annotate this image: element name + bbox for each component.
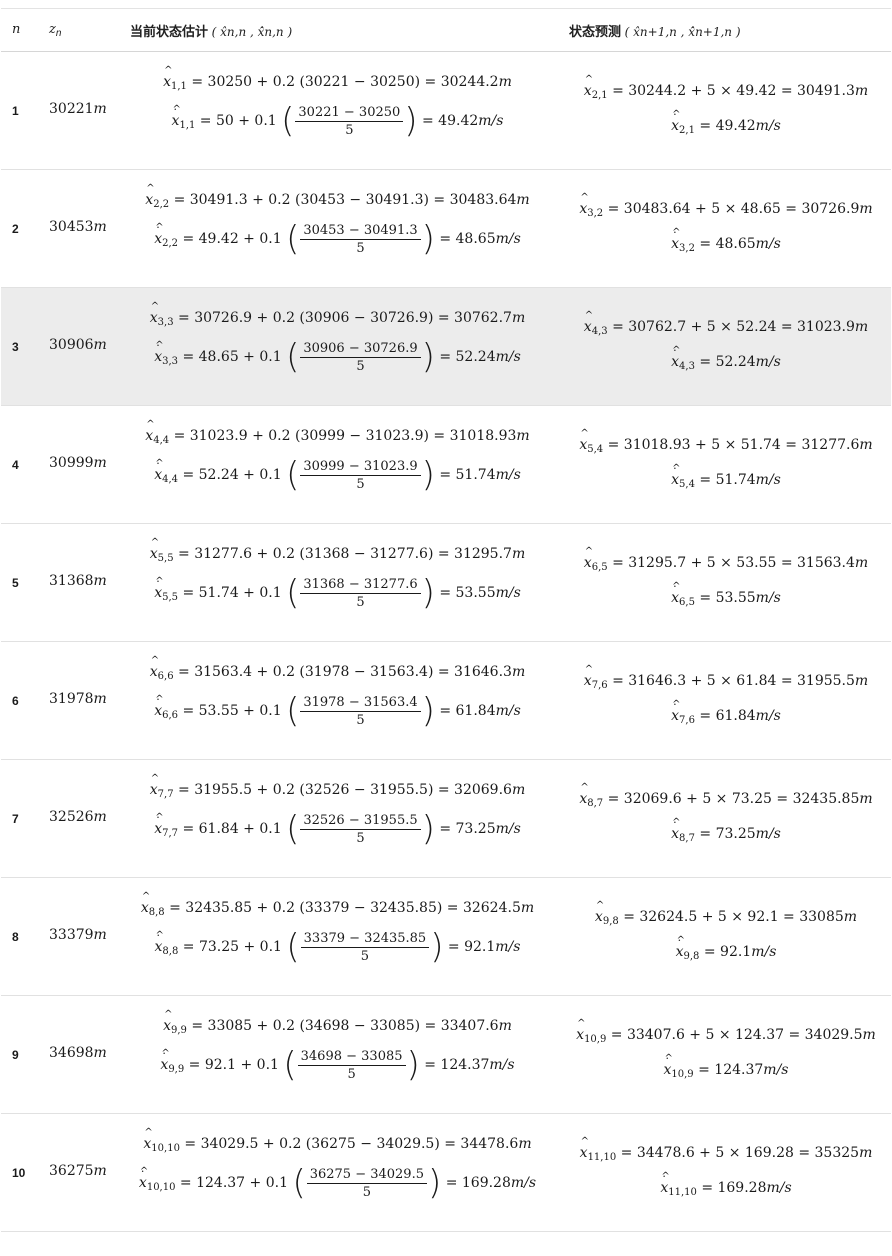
velocity-prediction-equation: x6,5 = 53.55m/s	[561, 577, 891, 608]
row-index: 10	[12, 1166, 26, 1180]
position-estimate-equation: x6,6 = 31563.4 + 0.2 (31978 − 31563.4) =…	[116, 655, 559, 682]
velocity-estimate-equation: x7,7 = 61.84 + 0.1 (32526 − 31955.55) = …	[116, 808, 559, 846]
row-index: 7	[12, 812, 19, 826]
velocity-prediction-equation: x5,4 = 51.74m/s	[561, 459, 891, 490]
position-prediction-equation: x10,9 = 33407.6 + 5 × 124.37 = 34029.5m	[561, 1018, 891, 1045]
velocity-estimate-equation: x8,8 = 73.25 + 0.1 (33379 − 32435.855) =…	[116, 926, 559, 964]
table-row: 10 36275m x10,10 = 34029.5 + 0.2 (36275 …	[1, 1114, 891, 1232]
row-index: 1	[12, 104, 19, 118]
table-row: 6 31978m x6,6 = 31563.4 + 0.2 (31978 − 3…	[1, 642, 891, 760]
measurement: 32526m	[49, 809, 107, 825]
velocity-prediction-equation: x11,10 = 169.28m/s	[561, 1167, 891, 1198]
estimate-cell: x6,6 = 31563.4 + 0.2 (31978 − 31563.4) =…	[116, 642, 559, 759]
measurement: 34698m	[49, 1045, 107, 1061]
estimate-cell: x1,1 = 30250 + 0.2 (30221 − 30250) = 302…	[116, 52, 559, 169]
table-row: 8 33379m x8,8 = 32435.85 + 0.2 (33379 − …	[1, 878, 891, 996]
position-estimate-equation: x4,4 = 31023.9 + 0.2 (30999 − 31023.9) =…	[116, 419, 559, 446]
measurement: 30906m	[49, 337, 107, 353]
row-index: 2	[12, 222, 19, 236]
row-index: 9	[12, 1048, 19, 1062]
velocity-estimate-equation: x4,4 = 52.24 + 0.1 (30999 − 31023.95) = …	[116, 454, 559, 492]
velocity-prediction-equation: x10,9 = 124.37m/s	[561, 1049, 891, 1080]
prediction-cell: x7,6 = 31646.3 + 5 × 61.84 = 31955.5m x7…	[561, 642, 891, 759]
velocity-estimate-equation: x6,6 = 53.55 + 0.1 (31978 − 31563.45) = …	[116, 690, 559, 728]
header-estimate: 当前状态估计 ( x̂n,n , x̂̇n,n )	[130, 24, 293, 39]
position-estimate-equation: x5,5 = 31277.6 + 0.2 (31368 − 31277.6) =…	[116, 537, 559, 564]
measurement: 36275m	[49, 1163, 107, 1179]
velocity-estimate-equation: x1,1 = 50 + 0.1 (30221 − 302505) = 49.42…	[116, 100, 559, 138]
estimate-cell: x3,3 = 30726.9 + 0.2 (30906 − 30726.9) =…	[116, 288, 559, 405]
estimate-cell: x9,9 = 33085 + 0.2 (34698 − 33085) = 334…	[116, 996, 559, 1113]
prediction-cell: x2,1 = 30244.2 + 5 × 49.42 = 30491.3m x2…	[561, 52, 891, 169]
measurement: 33379m	[49, 927, 107, 943]
estimate-cell: x4,4 = 31023.9 + 0.2 (30999 − 31023.9) =…	[116, 406, 559, 523]
estimate-cell: x5,5 = 31277.6 + 0.2 (31368 − 31277.6) =…	[116, 524, 559, 641]
position-prediction-equation: x6,5 = 31295.7 + 5 × 53.55 = 31563.4m	[561, 546, 891, 573]
table-body: 1 30221m x1,1 = 30250 + 0.2 (30221 − 302…	[1, 52, 891, 1232]
table-row: 7 32526m x7,7 = 31955.5 + 0.2 (32526 − 3…	[1, 760, 891, 878]
table-header: n zn 当前状态估计 ( x̂n,n , x̂̇n,n ) 状态预测 ( x̂…	[1, 8, 891, 52]
table-row: 1 30221m x1,1 = 30250 + 0.2 (30221 − 302…	[1, 52, 891, 170]
velocity-prediction-equation: x9,8 = 92.1m/s	[561, 931, 891, 962]
position-estimate-equation: x9,9 = 33085 + 0.2 (34698 − 33085) = 334…	[116, 1009, 559, 1036]
position-prediction-equation: x8,7 = 32069.6 + 5 × 73.25 = 32435.85m	[561, 782, 891, 809]
estimate-cell: x10,10 = 34029.5 + 0.2 (36275 − 34029.5)…	[116, 1114, 559, 1231]
position-prediction-equation: x3,2 = 30483.64 + 5 × 48.65 = 30726.9m	[561, 192, 891, 219]
velocity-estimate-equation: x5,5 = 51.74 + 0.1 (31368 − 31277.65) = …	[116, 572, 559, 610]
velocity-prediction-equation: x2,1 = 49.42m/s	[561, 105, 891, 136]
row-index: 8	[12, 930, 19, 944]
velocity-prediction-equation: x3,2 = 48.65m/s	[561, 223, 891, 254]
position-estimate-equation: x3,3 = 30726.9 + 0.2 (30906 − 30726.9) =…	[116, 301, 559, 328]
velocity-estimate-equation: x10,10 = 124.37 + 0.1 (36275 − 34029.55)…	[116, 1162, 559, 1200]
position-prediction-equation: x7,6 = 31646.3 + 5 × 61.84 = 31955.5m	[561, 664, 891, 691]
position-prediction-equation: x9,8 = 32624.5 + 5 × 92.1 = 33085m	[561, 900, 891, 927]
position-prediction-equation: x11,10 = 34478.6 + 5 × 169.28 = 35325m	[561, 1136, 891, 1163]
velocity-prediction-equation: x7,6 = 61.84m/s	[561, 695, 891, 726]
position-estimate-equation: x8,8 = 32435.85 + 0.2 (33379 − 32435.85)…	[116, 891, 559, 918]
table-row: 2 30453m x2,2 = 30491.3 + 0.2 (30453 − 3…	[1, 170, 891, 288]
prediction-cell: x3,2 = 30483.64 + 5 × 48.65 = 30726.9m x…	[561, 170, 891, 287]
header-n: n	[12, 22, 21, 37]
header-predict: 状态预测 ( x̂n+1,n , x̂̇n+1,n )	[569, 24, 741, 39]
table-row: 5 31368m x5,5 = 31277.6 + 0.2 (31368 − 3…	[1, 524, 891, 642]
velocity-prediction-equation: x8,7 = 73.25m/s	[561, 813, 891, 844]
row-index: 5	[12, 576, 19, 590]
position-prediction-equation: x5,4 = 31018.93 + 5 × 51.74 = 31277.6m	[561, 428, 891, 455]
table-row: 4 30999m x4,4 = 31023.9 + 0.2 (30999 − 3…	[1, 406, 891, 524]
measurement: 30999m	[49, 455, 107, 471]
velocity-estimate-equation: x9,9 = 92.1 + 0.1 (34698 − 330855) = 124…	[116, 1044, 559, 1082]
prediction-cell: x5,4 = 31018.93 + 5 × 51.74 = 31277.6m x…	[561, 406, 891, 523]
prediction-cell: x9,8 = 32624.5 + 5 × 92.1 = 33085m x9,8 …	[561, 878, 891, 995]
estimate-cell: x2,2 = 30491.3 + 0.2 (30453 − 30491.3) =…	[116, 170, 559, 287]
prediction-cell: x4,3 = 30762.7 + 5 × 52.24 = 31023.9m x4…	[561, 288, 891, 405]
measurement: 31368m	[49, 573, 107, 589]
row-index: 4	[12, 458, 19, 472]
position-estimate-equation: x7,7 = 31955.5 + 0.2 (32526 − 31955.5) =…	[116, 773, 559, 800]
table-row: 3 30906m x3,3 = 30726.9 + 0.2 (30906 − 3…	[1, 288, 891, 406]
velocity-prediction-equation: x4,3 = 52.24m/s	[561, 341, 891, 372]
row-index: 6	[12, 694, 19, 708]
velocity-estimate-equation: x2,2 = 49.42 + 0.1 (30453 − 30491.35) = …	[116, 218, 559, 256]
estimate-cell: x8,8 = 32435.85 + 0.2 (33379 − 32435.85)…	[116, 878, 559, 995]
measurement: 30453m	[49, 219, 107, 235]
position-estimate-equation: x2,2 = 30491.3 + 0.2 (30453 − 30491.3) =…	[116, 183, 559, 210]
measurement: 30221m	[49, 101, 107, 117]
estimate-cell: x7,7 = 31955.5 + 0.2 (32526 − 31955.5) =…	[116, 760, 559, 877]
prediction-cell: x10,9 = 33407.6 + 5 × 124.37 = 34029.5m …	[561, 996, 891, 1113]
prediction-cell: x8,7 = 32069.6 + 5 × 73.25 = 32435.85m x…	[561, 760, 891, 877]
position-estimate-equation: x1,1 = 30250 + 0.2 (30221 − 30250) = 302…	[116, 65, 559, 92]
header-z: zn	[49, 22, 62, 39]
prediction-cell: x11,10 = 34478.6 + 5 × 169.28 = 35325m x…	[561, 1114, 891, 1231]
prediction-cell: x6,5 = 31295.7 + 5 × 53.55 = 31563.4m x6…	[561, 524, 891, 641]
row-index: 3	[12, 340, 19, 354]
velocity-estimate-equation: x3,3 = 48.65 + 0.1 (30906 − 30726.95) = …	[116, 336, 559, 374]
measurement: 31978m	[49, 691, 107, 707]
table-row: 9 34698m x9,9 = 33085 + 0.2 (34698 − 330…	[1, 996, 891, 1114]
position-prediction-equation: x4,3 = 30762.7 + 5 × 52.24 = 31023.9m	[561, 310, 891, 337]
position-prediction-equation: x2,1 = 30244.2 + 5 × 49.42 = 30491.3m	[561, 74, 891, 101]
position-estimate-equation: x10,10 = 34029.5 + 0.2 (36275 − 34029.5)…	[116, 1127, 559, 1154]
kalman-table: n zn 当前状态估计 ( x̂n,n , x̂̇n,n ) 状态预测 ( x̂…	[1, 8, 891, 1232]
